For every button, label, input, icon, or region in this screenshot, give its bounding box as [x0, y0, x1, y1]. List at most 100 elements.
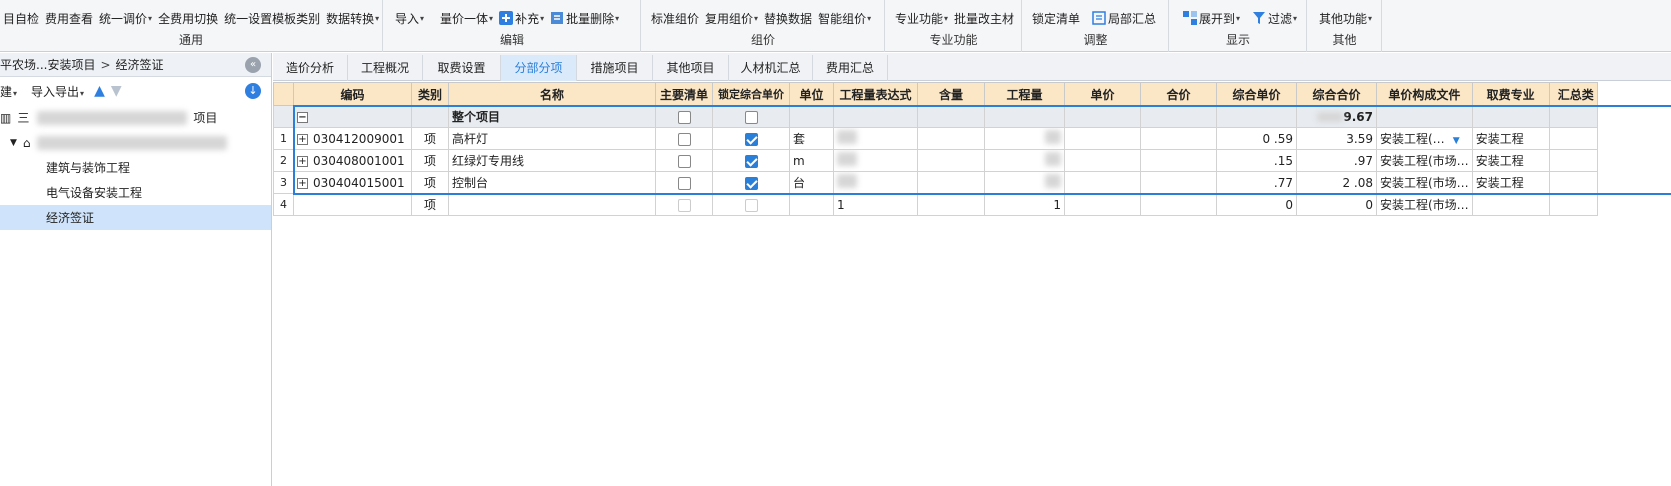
cell-comp-total[interactable]: 2 .08: [1296, 171, 1377, 194]
checkbox[interactable]: [744, 198, 758, 212]
col-header-content[interactable]: 含量: [917, 82, 985, 106]
cell-expr[interactable]: [833, 171, 918, 194]
cell-prof[interactable]: 安装工程: [1471, 171, 1550, 194]
cell-total[interactable]: [1140, 127, 1217, 150]
dropdown-icon[interactable]: ▼: [1453, 136, 1460, 146]
expand-icon[interactable]: +: [297, 155, 308, 167]
cell-content[interactable]: [917, 149, 985, 172]
cell-prof[interactable]: 安装工程: [1471, 127, 1550, 150]
cell-lock-price[interactable]: [712, 127, 790, 150]
other-functions-button[interactable]: 其他功能 ▾: [1316, 8, 1375, 28]
cell-comp-total[interactable]: 0: [1296, 193, 1377, 216]
full-fee-switch-button[interactable]: 全费用切换: [155, 8, 221, 28]
cell-code[interactable]: −: [293, 105, 412, 128]
professional-button[interactable]: 专业功能 ▾: [892, 8, 951, 28]
breadcrumb-item[interactable]: 经济签证: [116, 56, 164, 73]
checkbox-checked[interactable]: [744, 132, 758, 146]
cell-main-list[interactable]: [655, 171, 713, 194]
cell-doc[interactable]: [1376, 105, 1473, 128]
cell-comp-total[interactable]: .97: [1296, 149, 1377, 172]
col-header-fee-prof[interactable]: 取费专业: [1471, 82, 1550, 106]
col-header-price-doc[interactable]: 单价构成文件: [1376, 82, 1473, 106]
cell-prof[interactable]: [1471, 193, 1550, 216]
tree-item-root[interactable]: ▥ 三 项目: [0, 105, 271, 130]
col-header-lock-price[interactable]: 锁定综合单价: [712, 82, 790, 106]
cell-type[interactable]: 项: [411, 193, 449, 216]
replace-data-button[interactable]: 替换数据: [761, 8, 815, 28]
import-button[interactable]: 导入 ▾: [392, 8, 427, 28]
cell-comp-unit[interactable]: 0: [1216, 193, 1297, 216]
cell-doc[interactable]: 安装工程(… ▼: [1376, 127, 1473, 150]
cell-lock-price[interactable]: [712, 149, 790, 172]
col-header-composite-total[interactable]: 综合合价: [1296, 82, 1377, 106]
tree-item-building[interactable]: 建筑与装饰工程: [0, 155, 271, 180]
checkbox[interactable]: [677, 132, 691, 146]
integrate-button[interactable]: 量价一体 ▾: [437, 8, 496, 28]
cell-comp-unit[interactable]: [1216, 105, 1297, 128]
table-row[interactable]: 1 +030412009001 项 高杆灯 套 0 .59 3.59 安装工程(…: [273, 127, 1598, 150]
cell-comp-unit[interactable]: .15: [1216, 149, 1297, 172]
move-down-icon[interactable]: ▼: [111, 83, 122, 99]
smart-pricing-button[interactable]: 智能组价 ▾: [815, 8, 874, 28]
import-export-button[interactable]: 导入导出▾: [31, 83, 84, 100]
download-icon[interactable]: ↓: [245, 83, 261, 99]
data-convert-button[interactable]: 数据转换 ▾: [323, 8, 382, 28]
cell-content[interactable]: [917, 171, 985, 194]
expand-to-button[interactable]: 展开到 ▾: [1180, 8, 1243, 28]
cell-name[interactable]: 控制台: [448, 171, 656, 194]
move-up-icon[interactable]: ▲: [94, 83, 105, 99]
filter-button[interactable]: 过滤 ▾: [1249, 8, 1300, 28]
standard-pricing-button[interactable]: 标准组价: [648, 8, 702, 28]
cell-total[interactable]: [1140, 171, 1217, 194]
cell-content[interactable]: [917, 127, 985, 150]
checkbox[interactable]: [677, 110, 691, 124]
batch-material-button[interactable]: 批量改主材: [951, 8, 1017, 28]
cell-lock-price[interactable]: [712, 171, 790, 194]
tab-sub-items[interactable]: 分部分项: [501, 55, 577, 81]
checkbox[interactable]: [677, 176, 691, 190]
batch-delete-button[interactable]: 批量删除 ▾: [547, 8, 622, 28]
table-row[interactable]: 4 项 1 1 0 0 安装工程(市场…: [273, 193, 1598, 216]
cell-unit-price[interactable]: [1064, 127, 1141, 150]
col-header-main-list[interactable]: 主要清单: [655, 82, 713, 106]
col-header-name[interactable]: 名称: [448, 82, 656, 106]
tab-fee-summary[interactable]: 费用汇总: [813, 55, 888, 81]
cell-name[interactable]: 整个项目: [448, 105, 656, 128]
cell-type[interactable]: [411, 105, 449, 128]
tab-fee-settings[interactable]: 取费设置: [423, 55, 501, 81]
cell-qty[interactable]: [984, 171, 1065, 194]
cell-name[interactable]: [448, 193, 656, 216]
cell-main-list[interactable]: [655, 149, 713, 172]
cell-content[interactable]: [917, 193, 985, 216]
cell-unit[interactable]: [789, 105, 834, 128]
cell-lock-price[interactable]: [712, 193, 790, 216]
table-row-summary[interactable]: − 整个项目 9.67: [273, 105, 1598, 128]
expand-icon[interactable]: +: [297, 133, 308, 145]
checkbox[interactable]: [744, 110, 758, 124]
tab-measures[interactable]: 措施项目: [577, 55, 653, 81]
cell-doc[interactable]: 安装工程(市场…: [1376, 193, 1473, 216]
tab-overview[interactable]: 工程概况: [348, 55, 423, 81]
breadcrumb-item[interactable]: 平农场...安装项目: [0, 56, 95, 73]
col-header-type[interactable]: 类别: [411, 82, 449, 106]
supplement-button[interactable]: 补充 ▾: [496, 8, 547, 28]
checkbox[interactable]: [677, 198, 691, 212]
table-row[interactable]: 2 +030408001001 项 红绿灯专用线 m .15 .97 安装工程(…: [273, 149, 1598, 172]
cell-code[interactable]: [293, 193, 412, 216]
cell-code[interactable]: +030412009001: [293, 127, 412, 150]
cell-sumtype[interactable]: [1548, 105, 1598, 128]
cell-name[interactable]: 高杆灯: [448, 127, 656, 150]
col-header-total-price[interactable]: 合价: [1140, 82, 1217, 106]
cell-qty[interactable]: [984, 105, 1065, 128]
cell-type[interactable]: 项: [411, 127, 449, 150]
cell-code[interactable]: +030404015001: [293, 171, 412, 194]
cell-unit[interactable]: 台: [789, 171, 834, 194]
cell-sumtype[interactable]: [1548, 171, 1598, 194]
cell-unit-price[interactable]: [1064, 149, 1141, 172]
col-header-quantity[interactable]: 工程量: [984, 82, 1065, 106]
cell-main-list[interactable]: [655, 127, 713, 150]
collapse-icon[interactable]: −: [297, 111, 308, 123]
cell-unit-price[interactable]: [1064, 171, 1141, 194]
cell-lock-price[interactable]: [712, 105, 790, 128]
cell-expr[interactable]: [833, 149, 918, 172]
